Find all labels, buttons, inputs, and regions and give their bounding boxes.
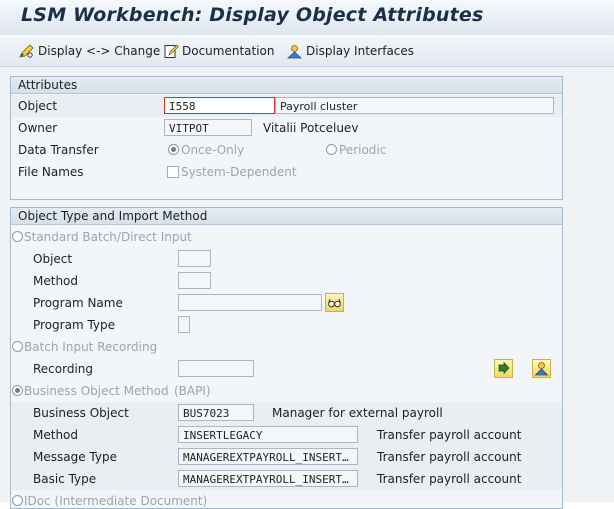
display-change-button[interactable]: Display <-> Change xyxy=(19,43,160,59)
bapi-method-desc: Transfer payroll account xyxy=(377,428,522,442)
program-type-input[interactable] xyxy=(178,316,190,333)
message-type-field: MANAGEREXTPAYROLL_INSERT… xyxy=(178,448,358,465)
object-value: I558 xyxy=(169,100,196,113)
window-title: LSM Workbench: Display Object Attributes xyxy=(21,4,484,26)
recording-input[interactable] xyxy=(178,360,254,377)
owner-name: Vitalii Potceluev xyxy=(263,121,359,135)
business-object-label: Business Object xyxy=(33,406,129,420)
display-interfaces-label: Display Interfaces xyxy=(306,44,415,58)
periodic-radio[interactable] xyxy=(326,144,337,155)
standard-batch-radio[interactable] xyxy=(12,231,23,242)
import-method-group-title: Object Type and Import Method xyxy=(11,208,562,225)
basic-type-field: MANAGEREXTPAYROLL_INSERT… xyxy=(178,470,358,487)
bapi-suffix: (BAPI) xyxy=(174,384,211,398)
standard-batch-row: Standard Batch/Direct Input xyxy=(11,226,562,248)
message-type-label: Message Type xyxy=(33,450,117,464)
display-interfaces-button[interactable]: Display Interfaces xyxy=(286,43,414,59)
person-icon xyxy=(534,362,549,376)
program-name-row: Program Name xyxy=(11,292,562,314)
main-content: Attributes Object I558 Payroll cluster O… xyxy=(0,67,614,509)
display-change-label: Display <-> Change xyxy=(38,44,161,58)
documentation-button[interactable]: Documentation xyxy=(164,43,275,59)
business-object-desc: Manager for external payroll xyxy=(272,406,443,420)
once-only-radio[interactable] xyxy=(168,144,179,155)
idoc-row: IDoc (Intermediate Document) xyxy=(11,490,562,508)
owner-label: Owner xyxy=(18,121,58,135)
basic-type-label: Basic Type xyxy=(33,472,97,486)
basic-type-desc: Transfer payroll account xyxy=(377,472,522,486)
business-object-row: Business Object BUS7023 Manager for exte… xyxy=(11,402,562,424)
attributes-group: Attributes Object I558 Payroll cluster O… xyxy=(10,76,563,200)
batch-recording-label: Batch Input Recording xyxy=(24,340,158,354)
idoc-radio[interactable] xyxy=(12,495,23,506)
bapi-method-row: Method INSERTLEGACY Transfer payroll acc… xyxy=(11,424,562,446)
bapi-row: Business Object Method (BAPI) xyxy=(11,380,562,402)
sb-method-row: Method xyxy=(11,270,562,292)
file-names-row: File Names System-Dependent xyxy=(11,161,562,183)
once-only-label: Once-Only xyxy=(181,143,245,157)
bapi-method-label: Method xyxy=(33,428,79,442)
recording-label: Recording xyxy=(33,362,94,376)
periodic-label: Periodic xyxy=(339,143,387,157)
sb-method-label: Method xyxy=(33,274,79,288)
idoc-label: IDoc (Intermediate Document) xyxy=(24,494,208,508)
system-dependent-checkbox[interactable] xyxy=(167,166,179,178)
documentation-label: Documentation xyxy=(182,44,275,58)
arrow-right-icon xyxy=(498,361,510,375)
business-object-value: BUS7023 xyxy=(183,407,230,420)
object-label: Object xyxy=(18,99,58,113)
application-toolbar: Display <-> Change Documentation Display… xyxy=(0,35,614,67)
basic-type-value: MANAGEREXTPAYROLL_INSERT… xyxy=(183,473,349,486)
bapi-method-value: INSERTLEGACY xyxy=(183,429,263,442)
interfaces-icon xyxy=(286,44,303,58)
recording-row: Recording xyxy=(11,358,562,380)
object-description: Payroll cluster xyxy=(275,97,554,114)
object-row: Object I558 Payroll cluster xyxy=(11,95,562,117)
title-bar: LSM Workbench: Display Object Attributes xyxy=(0,0,614,35)
standard-batch-label: Standard Batch/Direct Input xyxy=(24,230,192,244)
attributes-group-title: Attributes xyxy=(11,77,562,94)
recording-overview-button[interactable] xyxy=(532,359,551,378)
system-dependent-label: System-Dependent xyxy=(181,165,297,179)
bapi-label: Business Object Method xyxy=(24,384,169,398)
owner-field: VITPOT xyxy=(164,119,252,136)
program-search-button[interactable] xyxy=(325,293,344,312)
sb-method-input[interactable] xyxy=(178,272,211,289)
recording-execute-button[interactable] xyxy=(494,359,513,378)
object-input[interactable]: I558 xyxy=(164,97,275,114)
program-type-row: Program Type xyxy=(11,314,562,336)
program-name-label: Program Name xyxy=(33,296,123,310)
message-type-desc: Transfer payroll account xyxy=(377,450,522,464)
program-name-input[interactable] xyxy=(178,294,322,311)
message-type-row: Message Type MANAGEREXTPAYROLL_INSERT… T… xyxy=(11,446,562,468)
sb-object-input[interactable] xyxy=(178,250,211,267)
basic-type-row: Basic Type MANAGEREXTPAYROLL_INSERT… Tra… xyxy=(11,468,562,490)
glasses-icon xyxy=(328,298,341,308)
pencil-glasses-icon xyxy=(19,44,34,58)
object-desc-value: Payroll cluster xyxy=(280,100,358,113)
data-transfer-row: Data Transfer Once-Only Periodic xyxy=(11,139,562,161)
sb-object-label: Object xyxy=(33,252,73,266)
owner-value: VITPOT xyxy=(169,122,209,135)
message-type-value: MANAGEREXTPAYROLL_INSERT… xyxy=(183,451,349,464)
file-names-label: File Names xyxy=(18,165,84,179)
owner-row: Owner VITPOT Vitalii Potceluev xyxy=(11,117,562,139)
document-edit-icon xyxy=(164,44,179,58)
sb-object-row: Object xyxy=(11,248,562,270)
batch-recording-radio[interactable] xyxy=(12,341,23,352)
business-object-field: BUS7023 xyxy=(178,404,254,421)
import-method-group: Object Type and Import Method Standard B… xyxy=(10,207,563,509)
bapi-method-field: INSERTLEGACY xyxy=(178,426,358,443)
data-transfer-label: Data Transfer xyxy=(18,143,99,157)
bapi-radio[interactable] xyxy=(12,385,23,396)
program-type-label: Program Type xyxy=(33,318,116,332)
batch-recording-row: Batch Input Recording xyxy=(11,336,562,358)
